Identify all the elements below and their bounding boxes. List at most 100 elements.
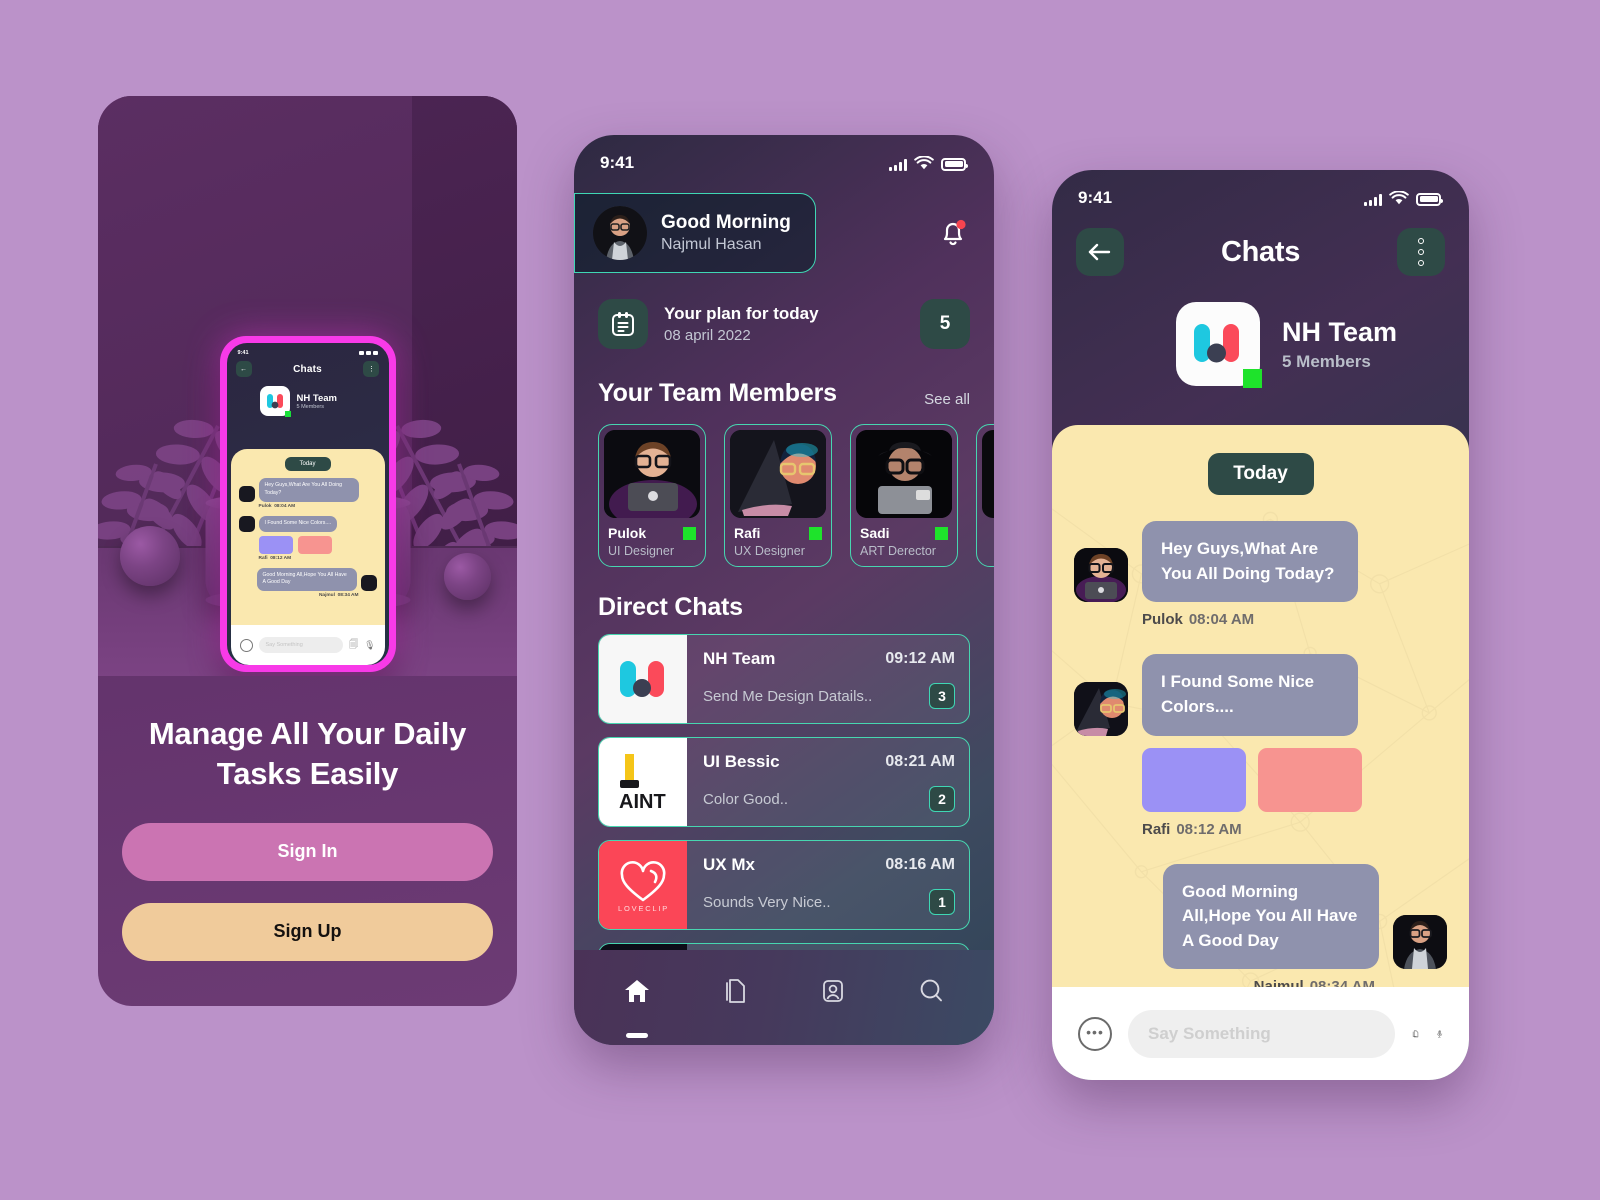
mini-avatar [238,515,255,532]
message-input-bar: ••• [1052,987,1469,1080]
notification-bell-icon[interactable] [936,216,970,250]
chat-row-body: UI Bessic 08:21 AM Color Good.. 2 [687,738,969,826]
mini-nh-team-logo-icon [259,386,291,417]
team-member-card[interactable]: Sadi ART Derector [850,424,958,567]
online-indicator [1243,369,1262,388]
search-icon [920,979,942,1001]
mini-statusbar: 9:41 [227,343,389,358]
tab-search[interactable] [910,970,952,1012]
member-photo [856,430,952,518]
message-row-incoming: Hey Guys,What Are You All Doing Today? [1074,521,1447,603]
chat-row-top: NH Team 09:12 AM [703,649,955,669]
message-list[interactable]: Today Hey Guys,What Are You All Doing To [1052,425,1469,987]
see-all-link[interactable]: See all [924,391,970,408]
message-meta: Najmul 08:34 AM [1074,978,1447,987]
status-clock: 9:41 [1078,188,1113,207]
message-author: Rafi [1142,820,1171,838]
swatch-salmon[interactable] [1258,747,1362,812]
avatar [593,206,647,260]
avatar [1393,915,1447,970]
chat-row-bottom: Color Good.. 2 [703,786,955,812]
chat-header: Chats [1052,208,1469,276]
mini-online-dot [284,411,291,417]
arrow-left-icon [1088,243,1111,261]
member-name: Sadi [860,525,890,541]
chat-row[interactable]: AINT UI Bessic 08:21 AM Color Good.. 2 [598,737,970,827]
mini-bubble: I Found Some Nice Colors.... [258,515,338,532]
today-divider-chip: Today [1207,453,1314,495]
mini-mic-icon: 🎙 [364,639,376,650]
decor-sphere-right [444,553,491,600]
svg-text:LOVECLIP: LOVECLIP [618,904,669,913]
member-name-row: Sadi [856,518,952,541]
team-members-list[interactable]: Pulok UI Designer Rafi UX Designer Sadi … [574,408,994,567]
chat-preview: Sounds Very Nice.. [703,893,831,911]
mini-today-chip: Today [284,457,331,471]
message-row-outgoing: Good Morning All,Hope You All Have A Goo… [1074,863,1447,970]
back-button[interactable] [1076,228,1124,276]
message-bubble: I Found Some Nice Colors.... [1142,654,1358,736]
cellular-signal-icon [889,158,907,171]
mini-message-meta: Rafi 08:12 AM [231,554,385,561]
chat-name: UX Mx [703,855,755,874]
chat-team-text: NH Team 5 Members [1282,317,1397,372]
sign-up-button[interactable]: Sign Up [122,902,493,961]
chat-preview: Send Me Design Datails.. [703,687,873,705]
tab-files[interactable] [714,970,756,1012]
message-bubble: Hey Guys,What Are You All Doing Today? [1142,521,1358,603]
member-online-dot [809,526,822,540]
microphone-icon[interactable] [1436,1018,1443,1050]
mini-topbar: ← Chats ⋮ [227,358,389,380]
chat-screen-panel: 9:41 Chats NH Team 5 Members Today Hey G… [1052,170,1469,1080]
mini-clock: 9:41 [237,350,249,356]
plan-card[interactable]: Your plan for today 08 april 2022 5 [574,273,994,349]
sign-in-button[interactable]: Sign In [122,822,493,881]
member-photo [604,430,700,518]
onboarding-content: Manage All Your Daily Tasks Easily Sign … [98,676,517,961]
nh-team-logo-icon [599,635,687,723]
chat-time: 09:12 AM [885,650,955,667]
chat-time: 08:16 AM [885,856,955,873]
message-author: Najmul [1253,978,1304,987]
chat-team-name: NH Team [1282,316,1398,347]
team-member-card[interactable]: Pulok UI Designer [598,424,706,567]
mini-message-row: Hey Guys,What Are You All Doing Today? [231,471,385,502]
team-section-header: Your Team Members See all [574,349,994,408]
tab-profile[interactable] [812,970,854,1012]
swatch-purple[interactable] [1142,747,1246,812]
mini-back-icon: ← [235,361,252,377]
wifi-icon [1389,190,1409,204]
tab-home[interactable] [616,970,658,1038]
avatar [1074,548,1128,603]
team-member-card-partial[interactable] [976,424,994,567]
greeting-row: Good Morning Najmul Hasan [574,173,994,273]
color-swatch-attachment[interactable] [1142,747,1447,812]
page-title: Chats [1220,235,1301,268]
nh-team-logo-icon [1176,302,1262,388]
chat-row[interactable]: NH Team 09:12 AM Send Me Design Datails.… [598,634,970,724]
plan-title: Your plan for today [664,304,819,323]
member-photo [982,430,994,518]
greeting-card[interactable]: Good Morning Najmul Hasan [574,193,816,273]
chat-team-header[interactable]: NH Team 5 Members [1052,276,1469,388]
wifi-icon [914,155,934,169]
attach-file-icon[interactable] [1411,1018,1420,1050]
mini-author: Pulok [258,503,272,509]
chat-preview: Color Good.. [703,790,789,808]
unread-badge: 1 [929,889,955,915]
status-icons [889,155,968,171]
message-author: Pulok [1142,611,1183,629]
chat-row[interactable]: LOVECLIP UX Mx 08:16 AM Sounds Very Nice… [598,840,970,930]
emoji-icon[interactable]: ••• [1078,1016,1112,1051]
chat-row-top: UX Mx 08:16 AM [703,855,955,875]
status-clock: 9:41 [600,153,635,172]
unread-badge: 3 [929,683,955,709]
team-member-card[interactable]: Rafi UX Designer [724,424,832,567]
mini-bubble: Hey Guys,What Are You All Doing Today? [258,478,359,502]
files-icon [726,978,745,1003]
more-options-button[interactable] [1396,228,1445,276]
vertical-dots-icon [1417,238,1424,266]
paint-logo-icon: AINT [599,738,687,826]
mini-message-meta: Najmul 08:34 AM [231,591,385,598]
say-something-input[interactable] [1128,1009,1395,1058]
